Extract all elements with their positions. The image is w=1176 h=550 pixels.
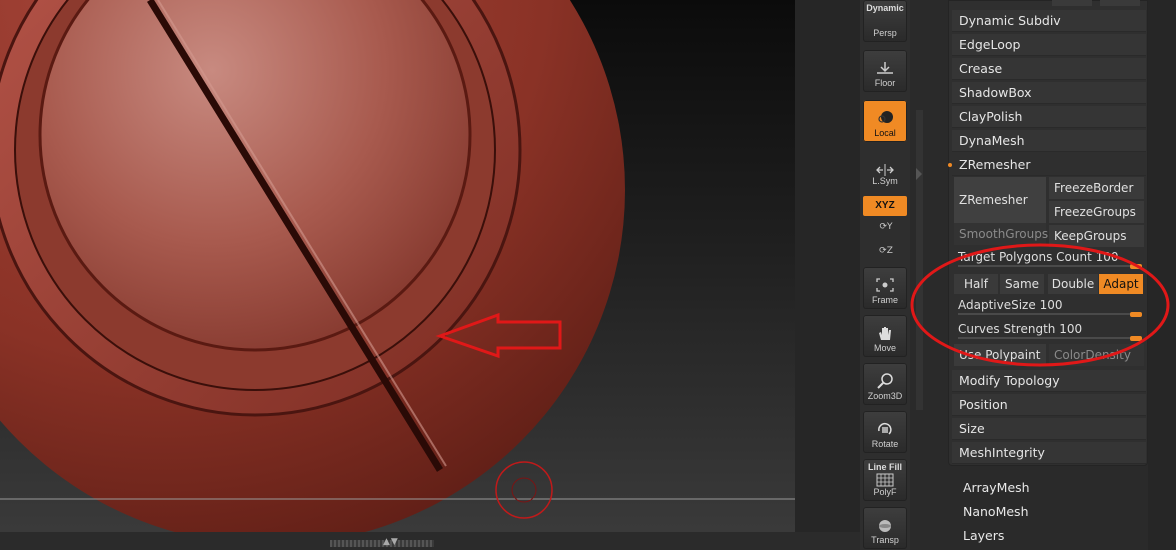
floor-label: Floor: [874, 78, 896, 88]
brush-cursor: [495, 461, 553, 519]
menu-layers[interactable]: Layers: [963, 528, 1004, 543]
freezegroups-toggle[interactable]: FreezeGroups: [1049, 201, 1144, 223]
menu-crease[interactable]: Crease: [952, 58, 1146, 80]
rotate-z-button[interactable]: ⟳Z: [878, 246, 894, 260]
hand-icon: [879, 327, 891, 340]
zremesher-button-label: ZRemesher: [959, 193, 1028, 207]
polyframe-icon: [876, 473, 894, 487]
line-fill-label: Line Fill: [867, 462, 902, 472]
menu-label: EdgeLoop: [959, 37, 1021, 52]
menu-label: NanoMesh: [963, 504, 1029, 519]
xyz-rotate-button[interactable]: XYZ: [863, 196, 907, 216]
menu-arraymesh[interactable]: ArrayMesh: [963, 480, 1030, 495]
local-button[interactable]: Local: [863, 100, 907, 142]
zoom3d-label: Zoom3D: [867, 391, 903, 401]
shelf-scroll-arrow-icon[interactable]: [916, 168, 922, 180]
menu-label: Modify Topology: [959, 373, 1060, 388]
rotate-y-button[interactable]: ⟳Y: [878, 222, 894, 236]
tray-toggle-icon[interactable]: ▲▼: [383, 537, 399, 547]
menu-size[interactable]: Size: [952, 418, 1146, 440]
rotate-z-label: Z: [886, 246, 893, 256]
3d-viewport[interactable]: [0, 0, 795, 532]
polyf-label: PolyF: [873, 487, 897, 497]
floor-button[interactable]: Floor: [863, 50, 907, 92]
freezeborder-label: FreezeBorder: [1054, 181, 1134, 195]
persp-button[interactable]: Dynamic Persp: [863, 0, 907, 42]
transparency-icon: [879, 520, 891, 532]
menu-shadowbox[interactable]: ShadowBox: [952, 82, 1146, 104]
menu-label: ZRemesher: [959, 157, 1031, 172]
polyf-button[interactable]: Line Fill PolyF: [863, 459, 907, 501]
menu-label: Position: [959, 397, 1008, 412]
geometry-palette: Dynamic Subdiv EdgeLoop Crease ShadowBox…: [948, 0, 1148, 466]
move-button[interactable]: Move: [863, 315, 907, 357]
rotate-y-label: Y: [887, 222, 893, 232]
red-ellipse-annotation: [910, 243, 1170, 367]
palette-top-button[interactable]: [1100, 0, 1140, 6]
menu-claypolish[interactable]: ClayPolish: [952, 106, 1146, 128]
transp-button[interactable]: Transp: [863, 507, 907, 549]
frame-icon: [876, 278, 894, 292]
persp-label: Persp: [873, 28, 897, 38]
freezeborder-toggle[interactable]: FreezeBorder: [1049, 177, 1144, 199]
rotate-icon: [878, 422, 892, 435]
menu-label: Layers: [963, 528, 1005, 543]
zoom3d-button[interactable]: Zoom3D: [863, 363, 907, 405]
menu-position[interactable]: Position: [952, 394, 1146, 416]
lsym-button[interactable]: L.Sym: [863, 152, 907, 190]
zremesher-button[interactable]: ZRemesher: [954, 177, 1046, 223]
local-icon: [878, 111, 893, 123]
menu-label: ArrayMesh: [963, 480, 1030, 495]
menu-dynamesh[interactable]: DynaMesh: [952, 130, 1146, 152]
rotate-label: Rotate: [871, 439, 899, 449]
persp-dynamic-label: Dynamic: [866, 3, 904, 13]
frame-button[interactable]: Frame: [863, 267, 907, 309]
menu-nanomesh[interactable]: NanoMesh: [963, 504, 1029, 519]
menu-label: ShadowBox: [959, 85, 1032, 100]
frame-label: Frame: [871, 295, 898, 305]
transp-label: Transp: [871, 535, 899, 545]
menu-label: ClayPolish: [959, 109, 1023, 124]
menu-label: Size: [959, 421, 985, 436]
menu-dynamic-subdiv[interactable]: Dynamic Subdiv: [952, 10, 1146, 32]
bottom-tray-handle[interactable]: [330, 540, 434, 547]
menu-label: MeshIntegrity: [959, 445, 1045, 460]
sculpt-model: [0, 0, 795, 532]
viewport-gutter: [795, 0, 860, 532]
xyz-label: XYZ: [875, 200, 895, 211]
menu-label: Dynamic Subdiv: [959, 13, 1061, 28]
right-shelf: Dynamic Persp Floor Local L.Sym XYZ ⟳Y ⟳…: [860, 0, 910, 550]
menu-meshintegrity[interactable]: MeshIntegrity: [952, 442, 1146, 464]
local-label: Local: [874, 128, 896, 138]
lsym-label: L.Sym: [872, 176, 898, 186]
menu-edgeloop[interactable]: EdgeLoop: [952, 34, 1146, 56]
move-label: Move: [873, 343, 896, 353]
menu-label: Crease: [959, 61, 1003, 76]
floor-icon: [877, 62, 893, 74]
palette-top-button[interactable]: [1052, 0, 1092, 6]
magnifier-icon: [877, 373, 893, 389]
rotate-button[interactable]: Rotate: [863, 411, 907, 453]
menu-label: DynaMesh: [959, 133, 1025, 148]
freezegroups-label: FreezeGroups: [1054, 205, 1136, 219]
menu-zremesher[interactable]: ZRemesher: [948, 154, 1146, 176]
